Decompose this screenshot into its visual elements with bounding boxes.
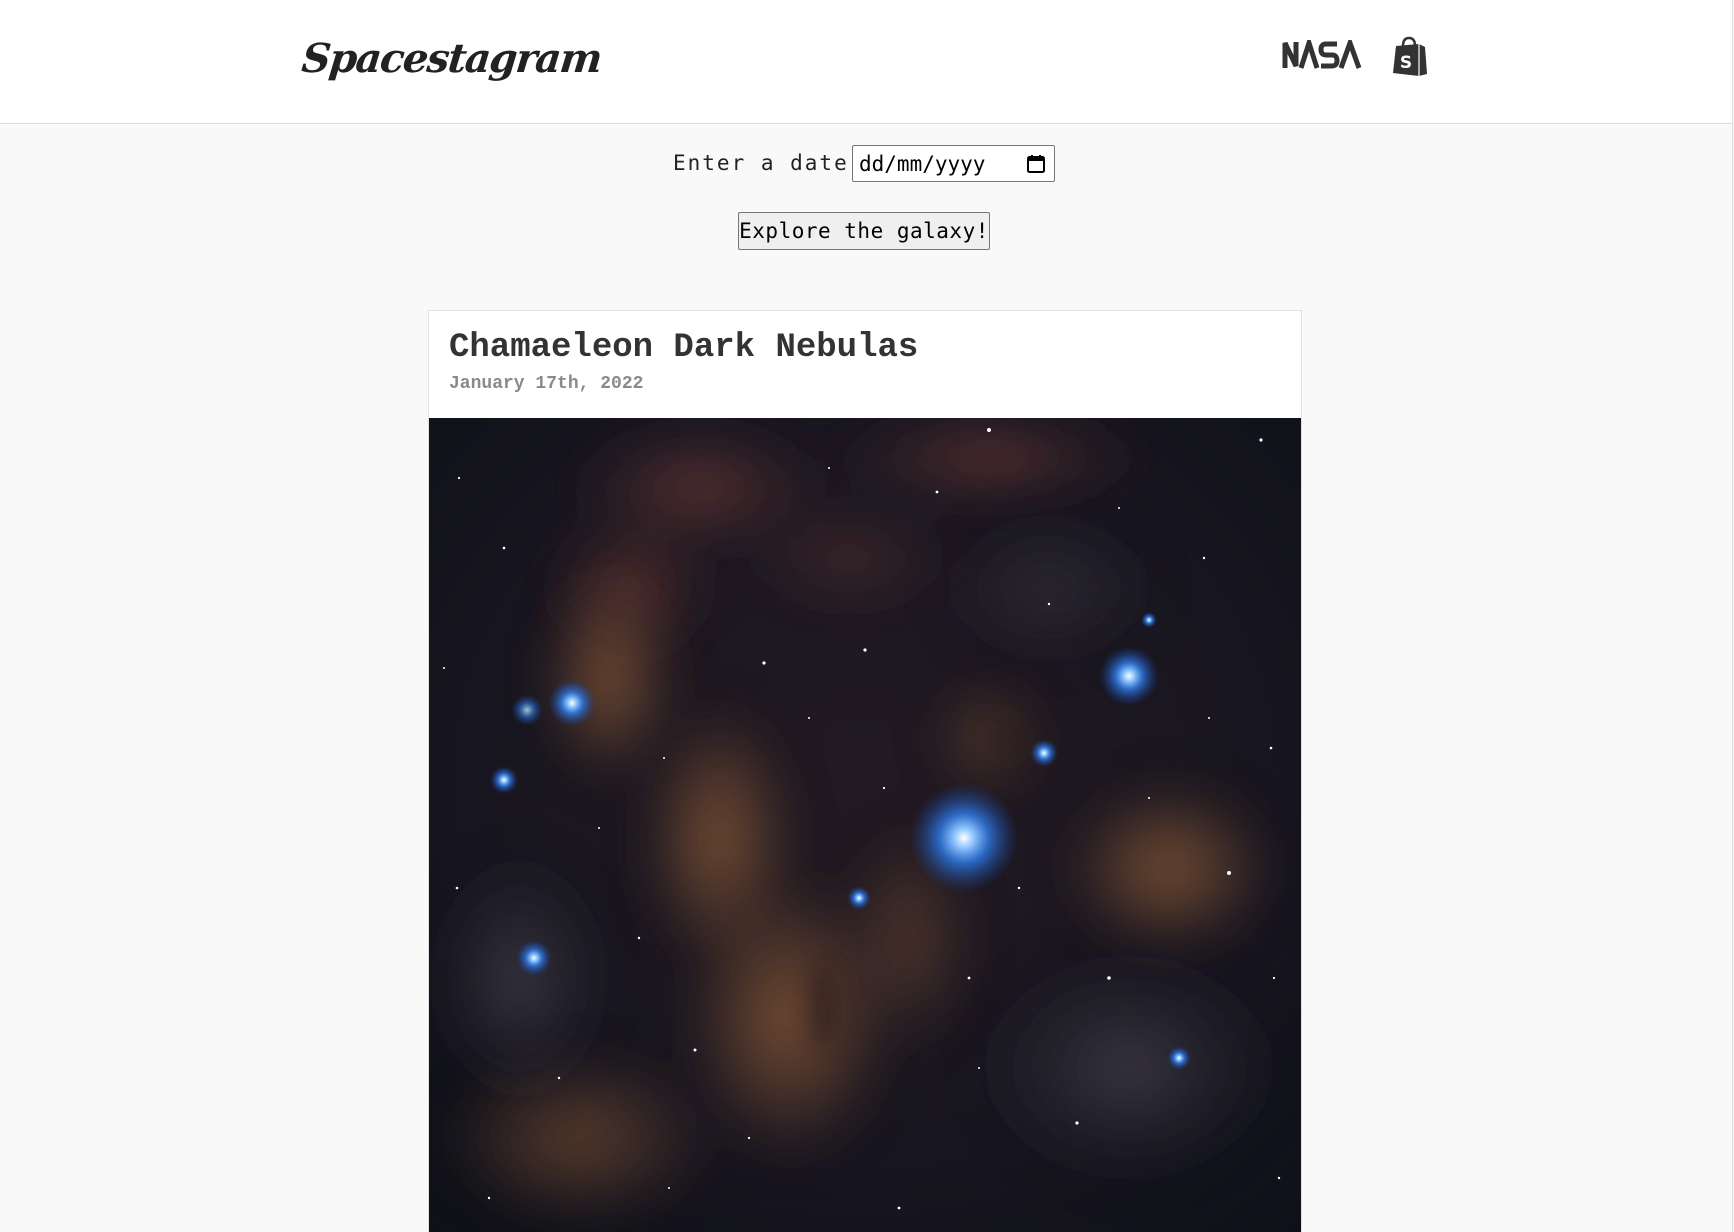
post-date: January 17th, 2022 — [449, 374, 644, 394]
date-input-placeholder: dd/mm/yyyy — [859, 152, 986, 176]
nebula-image[interactable] — [429, 418, 1301, 1232]
date-picker-row: Enter a date: dd/mm/yyyy — [0, 145, 1733, 182]
top-bar: Spacestagram S — [0, 0, 1733, 124]
explore-button[interactable]: Explore the galaxy! — [738, 212, 990, 250]
date-label: Enter a date: — [673, 151, 864, 175]
date-input[interactable]: dd/mm/yyyy — [852, 145, 1055, 182]
nasa-logo-icon[interactable] — [1282, 40, 1364, 70]
brand-logo[interactable]: Spacestagram — [299, 30, 604, 88]
shopify-s-glyph: S — [1400, 53, 1412, 73]
shopify-bag-icon[interactable]: S — [1392, 36, 1428, 76]
post-title: Chamaeleon Dark Nebulas — [449, 329, 919, 367]
calendar-icon[interactable] — [1026, 154, 1046, 174]
apod-card: Chamaeleon Dark Nebulas January 17th, 20… — [428, 310, 1302, 1232]
